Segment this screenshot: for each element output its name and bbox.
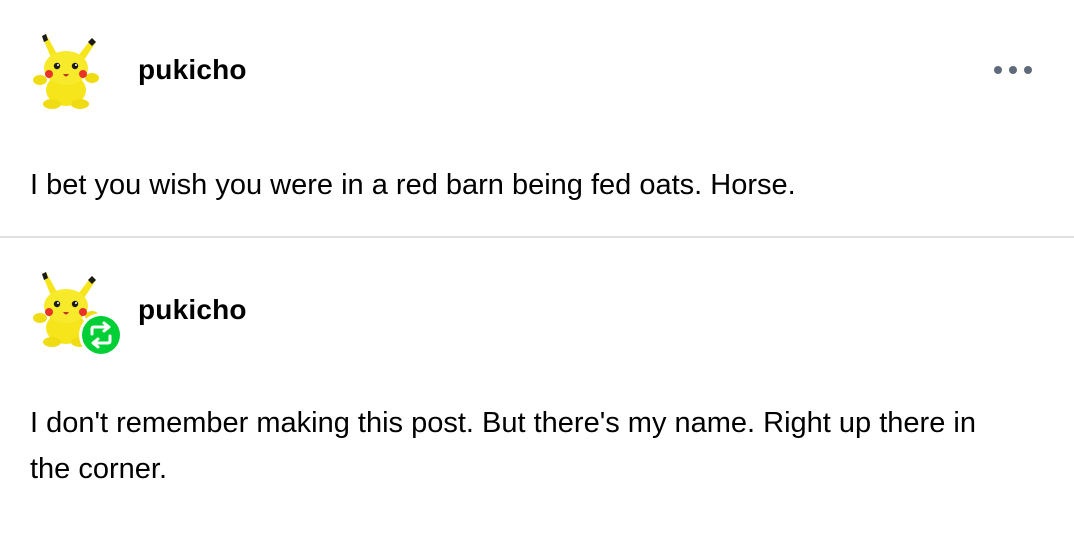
avatar[interactable] [30,30,102,110]
meatball-menu-icon[interactable] [992,58,1034,82]
pikachu-plush-avatar-icon [33,34,99,109]
post-reblog: pukicho I don't remember making this pos… [0,238,1074,554]
reblog-icon [78,312,124,358]
post-body-text: I bet you wish you were in a red barn be… [30,169,796,201]
post-body-text: I don't remember making this post. But t… [30,407,976,485]
username[interactable]: pukicho [138,294,247,326]
username[interactable]: pukicho [138,54,247,86]
post-original: pukicho I bet you wish you were in a red… [0,0,1074,236]
